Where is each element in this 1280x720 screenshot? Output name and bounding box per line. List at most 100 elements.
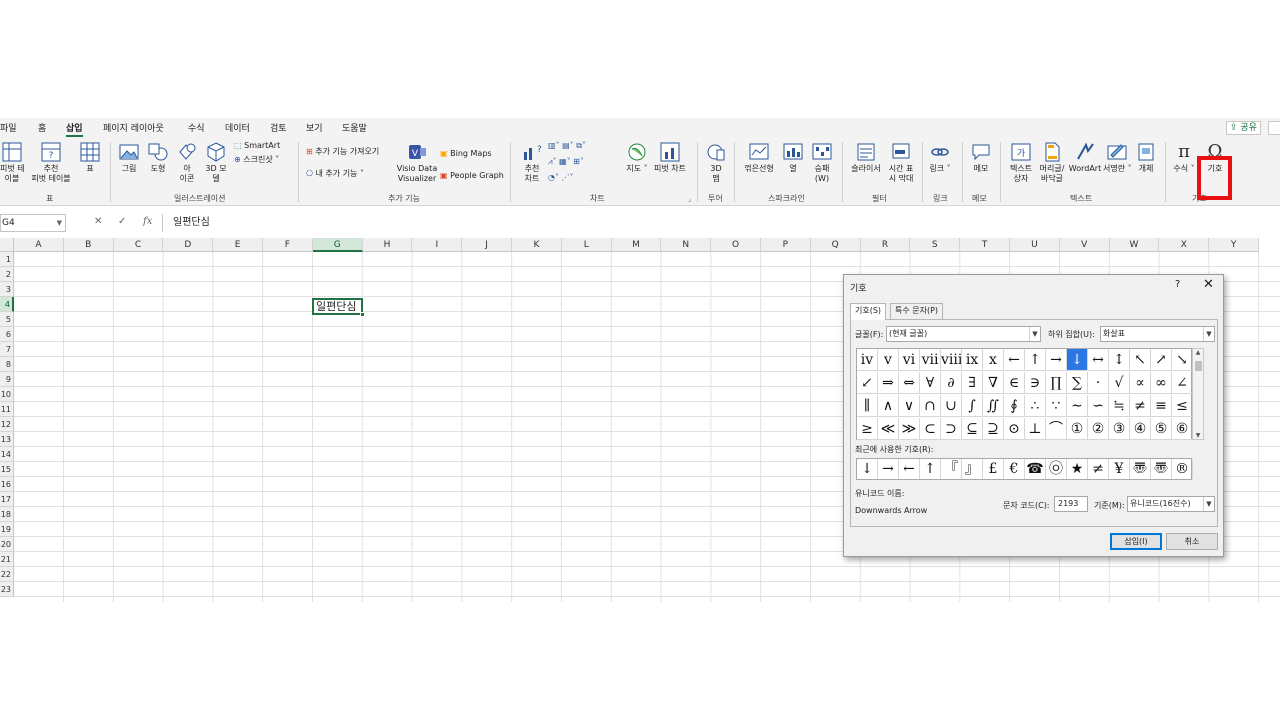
column-header[interactable]: O bbox=[711, 238, 761, 252]
name-box[interactable]: G4 ▼ bbox=[0, 214, 66, 232]
row-header[interactable]: 12 bbox=[0, 417, 14, 432]
tab-review[interactable]: 검토 bbox=[270, 121, 287, 134]
tab-special-characters[interactable]: 특수 문자(P) bbox=[890, 303, 944, 319]
symbol-cell[interactable]: ⑥ bbox=[1172, 418, 1193, 440]
symbol-cell[interactable]: √ bbox=[1109, 372, 1130, 394]
textbox-button[interactable]: 가 텍스트 상자 bbox=[1006, 142, 1036, 184]
symbol-cell[interactable]: ⊆ bbox=[962, 418, 983, 440]
char-code-input[interactable]: 2193 bbox=[1054, 496, 1088, 512]
cancel-icon[interactable]: ✕ bbox=[94, 216, 102, 227]
row-header[interactable]: 17 bbox=[0, 492, 14, 507]
picture-button[interactable]: 그림 bbox=[117, 142, 141, 174]
recent-symbol[interactable]: € bbox=[1004, 459, 1025, 479]
link-button[interactable]: 링크 ˅ bbox=[928, 142, 952, 174]
row-header[interactable]: 6 bbox=[0, 327, 14, 342]
tab-home[interactable]: 홈 bbox=[38, 121, 46, 134]
symbol-cell[interactable]: ∞ bbox=[1151, 372, 1172, 394]
tab-help[interactable]: 도움말 bbox=[342, 121, 367, 134]
charts-dialog-launcher-icon[interactable]: ⌟ bbox=[688, 195, 691, 203]
cancel-button[interactable]: 취소 bbox=[1166, 533, 1218, 550]
symbol-cell[interactable]: ∈ bbox=[1004, 372, 1025, 394]
recent-symbol[interactable]: ↓ bbox=[857, 459, 878, 479]
symbol-cell[interactable]: ↑ bbox=[1025, 349, 1046, 371]
symbol-cell[interactable]: ⑤ bbox=[1151, 418, 1172, 440]
symbol-cell[interactable]: ∫ bbox=[962, 395, 983, 417]
row-header[interactable]: 9 bbox=[0, 372, 14, 387]
symbol-cell[interactable]: ∬ bbox=[983, 395, 1004, 417]
symbol-cell[interactable]: ∪ bbox=[941, 395, 962, 417]
symbol-cell[interactable]: ≤ bbox=[1172, 395, 1193, 417]
symbol-cell[interactable]: ∩ bbox=[920, 395, 941, 417]
tab-view[interactable]: 보기 bbox=[306, 121, 323, 134]
row-header[interactable]: 1 bbox=[0, 252, 14, 267]
visio-button[interactable]: V Visio Data Visualizer bbox=[396, 142, 438, 184]
recent-symbol[interactable]: 〠 bbox=[1151, 459, 1172, 479]
active-cell[interactable]: 일편단심 bbox=[312, 298, 365, 317]
symbol-cell[interactable]: ∃ bbox=[962, 372, 983, 394]
column-header[interactable]: I bbox=[412, 238, 463, 252]
row-header[interactable]: 15 bbox=[0, 462, 14, 477]
table-button[interactable]: 표 bbox=[78, 142, 102, 174]
column-header[interactable]: Q bbox=[810, 238, 861, 252]
subset-select[interactable]: 화살표 ▼ bbox=[1100, 326, 1215, 342]
row-header[interactable]: 2 bbox=[0, 267, 14, 282]
bing-maps-button[interactable]: ▣ Bing Maps bbox=[440, 148, 492, 160]
symbol-cell[interactable]: ∇ bbox=[983, 372, 1004, 394]
symbol-cell[interactable]: ⅶ bbox=[920, 349, 941, 371]
row-header[interactable]: 14 bbox=[0, 447, 14, 462]
object-button[interactable]: 개체 bbox=[1134, 142, 1158, 174]
row-header[interactable]: 20 bbox=[0, 537, 14, 552]
recent-symbol[interactable]: ≠ bbox=[1088, 459, 1109, 479]
recent-symbol[interactable]: 〠 bbox=[1130, 459, 1151, 479]
symbol-cell[interactable]: ∽ bbox=[1088, 395, 1109, 417]
map-3d-button[interactable]: 3D 맵 bbox=[703, 142, 729, 184]
screenshot-button[interactable]: ⊕ 스크린샷 ˅ bbox=[234, 154, 279, 166]
row-header[interactable]: 18 bbox=[0, 507, 14, 522]
smartart-button[interactable]: ⬚ SmartArt bbox=[234, 140, 280, 152]
symbol-cell[interactable]: ≡ bbox=[1151, 395, 1172, 417]
symbol-cell[interactable]: ↓ bbox=[1067, 349, 1088, 371]
symbol-cell[interactable]: ⅴ bbox=[878, 349, 899, 371]
column-header[interactable]: W bbox=[1109, 238, 1160, 252]
equation-button[interactable]: π 수식 ˅ bbox=[1172, 142, 1196, 174]
column-header[interactable]: R bbox=[860, 238, 911, 252]
tab-insert[interactable]: 삽입 bbox=[66, 121, 83, 137]
formula-input[interactable]: 일편단심 bbox=[162, 214, 1280, 232]
column-header[interactable]: S bbox=[910, 238, 961, 252]
symbol-cell[interactable]: ← bbox=[1004, 349, 1025, 371]
symbol-cell[interactable]: → bbox=[1046, 349, 1067, 371]
column-header[interactable]: L bbox=[561, 238, 612, 252]
row-header[interactable]: 4 bbox=[0, 297, 14, 312]
symbol-cell[interactable]: ∵ bbox=[1046, 395, 1067, 417]
signature-button[interactable]: 서명란 ˅ bbox=[1103, 142, 1132, 174]
pie-chart-button[interactable]: ◔˅ ⋰˅ bbox=[548, 172, 574, 184]
pivot-chart-button[interactable]: 피벗 차트 bbox=[652, 142, 688, 174]
symbol-cell[interactable]: ↖ bbox=[1130, 349, 1151, 371]
fill-handle[interactable] bbox=[360, 312, 365, 317]
row-header[interactable]: 5 bbox=[0, 312, 14, 327]
recent-symbol[interactable]: 『 bbox=[941, 459, 962, 479]
column-header[interactable]: H bbox=[362, 238, 413, 252]
row-header[interactable]: 22 bbox=[0, 567, 14, 582]
recommended-pivot-button[interactable]: ? 추천 피벗 테이블 bbox=[28, 142, 74, 184]
symbol-cell[interactable]: ∮ bbox=[1004, 395, 1025, 417]
symbol-cell[interactable]: ∏ bbox=[1046, 372, 1067, 394]
symbol-cell[interactable]: ∥ bbox=[857, 395, 878, 417]
symbol-cell[interactable]: ④ bbox=[1130, 418, 1151, 440]
symbol-cell[interactable]: · bbox=[1088, 372, 1109, 394]
recent-symbol[interactable]: ↑ bbox=[920, 459, 941, 479]
share-button[interactable]: ⇪ 공유 bbox=[1226, 121, 1261, 135]
symbol-cell[interactable]: ② bbox=[1088, 418, 1109, 440]
column-header[interactable]: N bbox=[661, 238, 712, 252]
symbol-cell[interactable]: ⌒ bbox=[1046, 418, 1067, 440]
slicer-button[interactable]: 슬라이서 bbox=[848, 142, 884, 174]
symbol-cell[interactable]: ≠ bbox=[1130, 395, 1151, 417]
symbol-cell[interactable]: ⅹ bbox=[983, 349, 1004, 371]
row-header[interactable]: 16 bbox=[0, 477, 14, 492]
row-header[interactable]: 21 bbox=[0, 552, 14, 567]
scroll-up-icon[interactable]: ▲ bbox=[1193, 349, 1203, 356]
recent-symbol[interactable]: ← bbox=[899, 459, 920, 479]
symbol-cell[interactable]: ↙ bbox=[857, 372, 878, 394]
scroll-down-icon[interactable]: ▼ bbox=[1193, 432, 1203, 439]
symbol-cell[interactable]: ∠ bbox=[1172, 372, 1193, 394]
